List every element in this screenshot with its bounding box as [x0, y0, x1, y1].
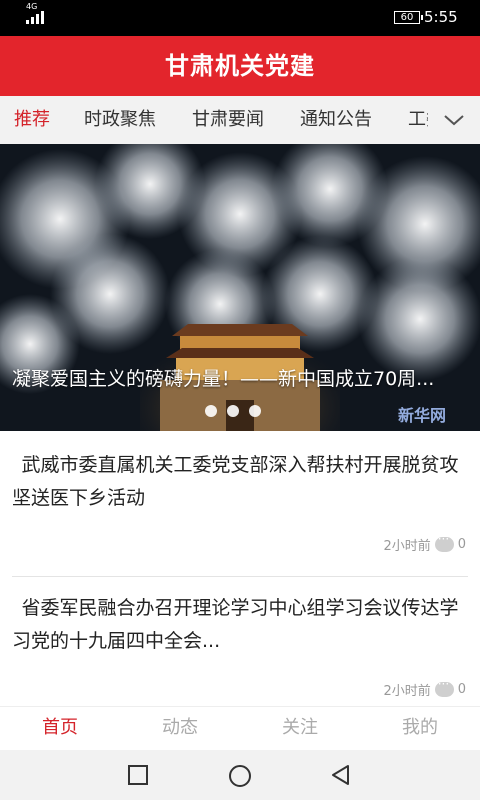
bottom-nav: 首页 动态 关注 我的: [0, 706, 480, 750]
tab-recommended[interactable]: 推荐: [14, 96, 50, 144]
nav-profile[interactable]: 我的: [360, 707, 480, 750]
banner-carousel[interactable]: 凝聚爱国主义的磅礴力量！——新中国成立70周...: [0, 144, 480, 431]
banner-caption[interactable]: 凝聚爱国主义的磅礴力量！——新中国成立70周...: [12, 364, 474, 391]
status-bar: 4G 60 5:55: [0, 0, 480, 36]
article-title[interactable]: 武威市委直属机关工委党支部深入帮扶村开展脱贫攻坚送医下乡活动: [12, 449, 468, 515]
carousel-dot[interactable]: [205, 405, 217, 417]
home-icon[interactable]: [228, 764, 252, 788]
comment-icon: [434, 677, 454, 697]
list-item[interactable]: 武威市委直属机关工委党支部深入帮扶村开展脱贫攻坚送医下乡活动 2小时前 0: [12, 449, 468, 577]
list-item[interactable]: 省委军民融合办召开理论学习中心组学习会议传达学习党的十九届四中全会... 2小时…: [12, 592, 468, 706]
article-time: 2小时前: [383, 684, 431, 699]
carousel-dot[interactable]: [249, 405, 261, 417]
signal-icon: 4G: [26, 2, 44, 24]
tab-politics-focus[interactable]: 时政聚焦: [84, 96, 156, 144]
app-title: 甘肃机关党建: [0, 36, 480, 96]
nav-follow[interactable]: 关注: [240, 707, 360, 750]
nav-home[interactable]: 首页: [0, 707, 120, 750]
category-tabs: 推荐 时政聚焦 甘肃要闻 通知公告 工委: [0, 96, 480, 144]
article-time: 2小时前: [383, 539, 431, 554]
back-icon[interactable]: [330, 764, 352, 786]
clock: 5:55: [424, 8, 458, 26]
recent-apps-icon[interactable]: [127, 764, 149, 786]
chevron-down-icon: [444, 115, 464, 126]
nav-feed[interactable]: 动态: [120, 707, 240, 750]
article-meta: 2小时前 0: [383, 677, 466, 699]
tab-gansu-news[interactable]: 甘肃要闻: [192, 96, 264, 144]
system-nav-bar: [0, 750, 480, 800]
comment-icon: [434, 532, 454, 552]
comment-count: 0: [457, 682, 466, 697]
watermark: 新华网: [398, 406, 447, 425]
comment-count: 0: [457, 537, 466, 552]
carousel-dot[interactable]: [227, 405, 239, 417]
carousel-indicators: [205, 405, 261, 417]
article-title[interactable]: 省委军民融合办召开理论学习中心组学习会议传达学习党的十九届四中全会...: [12, 592, 468, 658]
network-type: 4G: [26, 2, 38, 11]
battery-icon: 60: [394, 11, 423, 24]
tab-notices[interactable]: 通知公告: [300, 96, 372, 144]
article-meta: 2小时前 0: [383, 532, 466, 554]
expand-tabs-button[interactable]: [428, 96, 480, 144]
